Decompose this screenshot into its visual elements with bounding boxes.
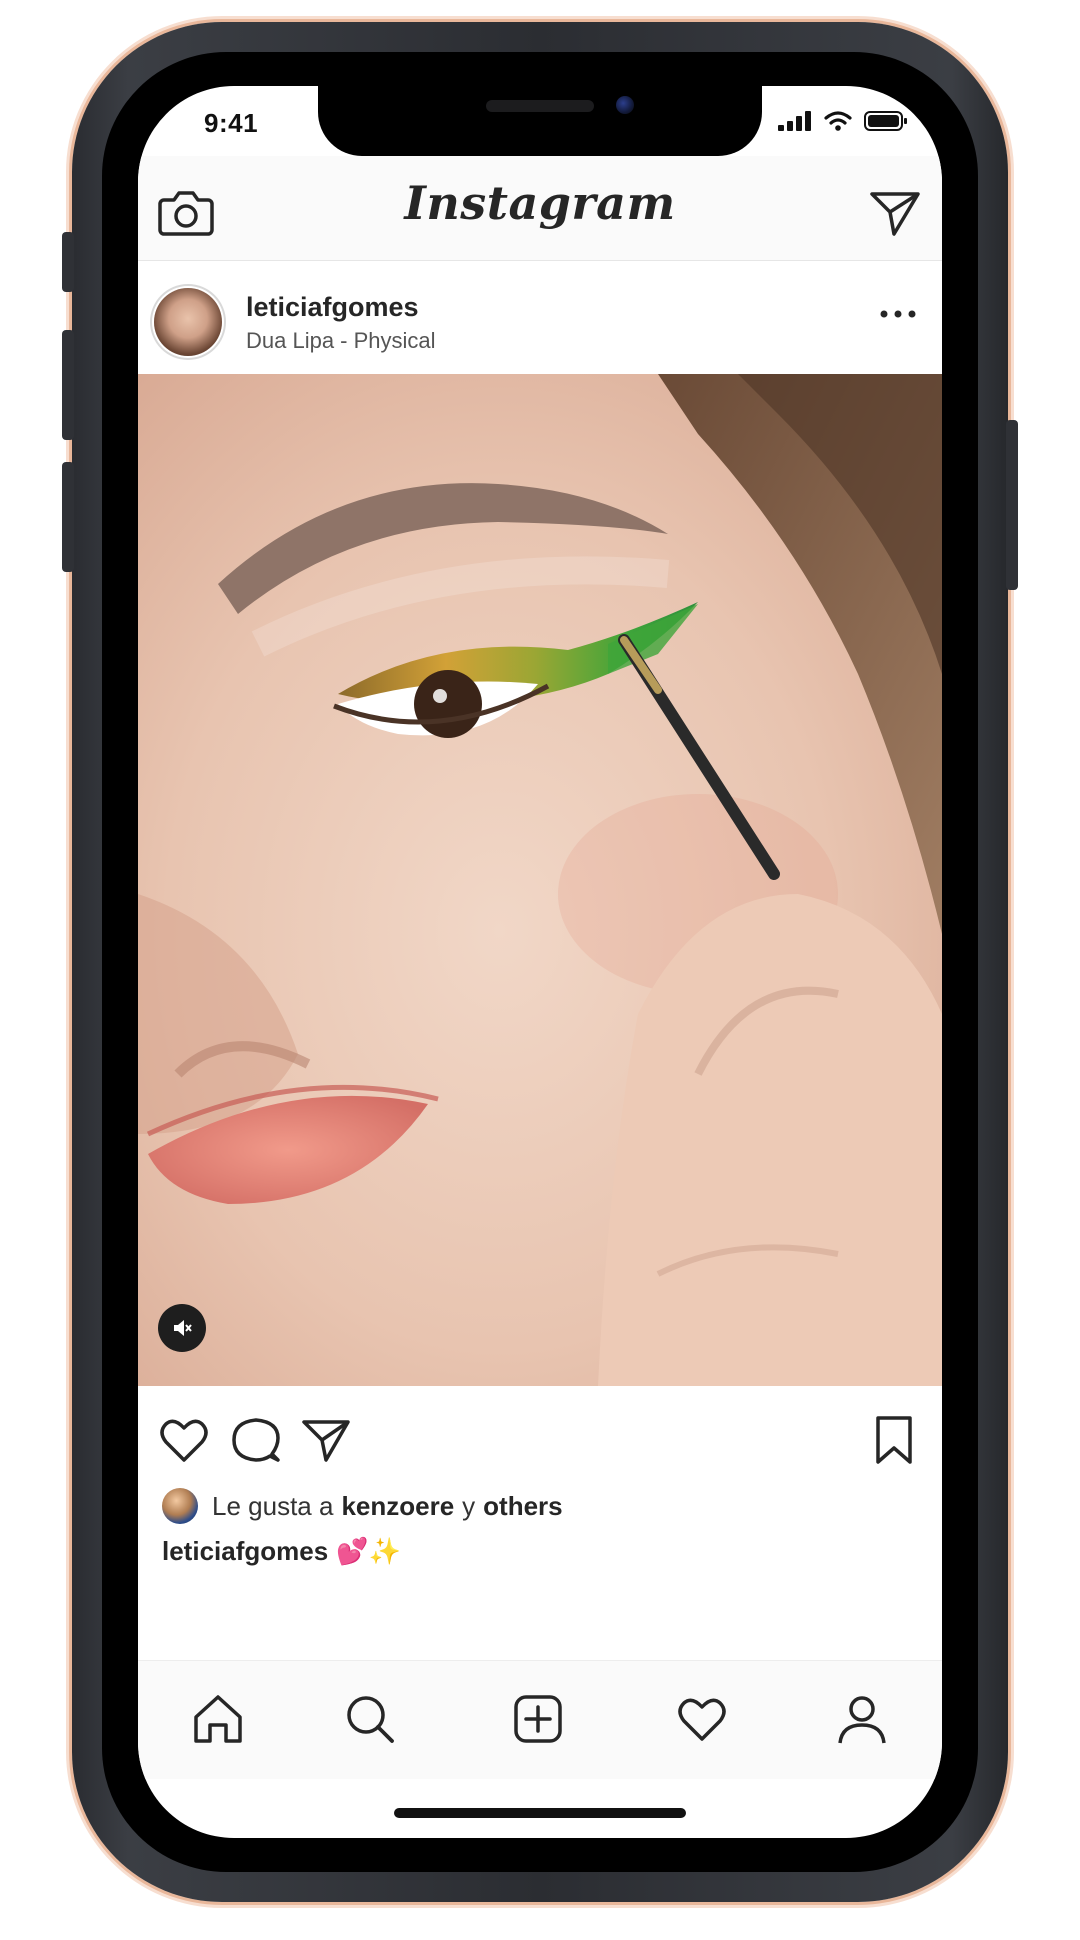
likes-row[interactable]: Le gusta a kenzoere y others [162,1486,563,1526]
post-header: leticiafgomes Dua Lipa - Physical [138,262,942,374]
audio-muted-icon[interactable] [158,1304,206,1352]
tab-bar [138,1660,942,1779]
front-camera [616,96,634,114]
post-audio-label[interactable]: Dua Lipa - Physical [246,328,436,354]
avatar[interactable] [154,288,222,356]
comment-icon[interactable] [228,1412,284,1468]
likes-joiner: y [462,1490,476,1521]
volume-up-button [62,330,74,440]
post-actions [138,1386,942,1486]
share-icon[interactable] [298,1412,354,1468]
phone-screen: 9:41 Instagram leticiafgomes Dua Lipa - … [138,86,942,1838]
more-options-icon[interactable] [876,302,920,326]
profile-icon[interactable] [832,1689,892,1749]
heart-icon[interactable] [156,1412,212,1468]
post-username[interactable]: leticiafgomes [246,292,419,323]
notch [318,86,762,156]
status-time: 9:41 [204,108,259,138]
likes-avatar [162,1488,198,1524]
stage: 9:41 Instagram leticiafgomes Dua Lipa - … [0,0,1080,1940]
volume-down-button [62,462,74,572]
caption-row: leticiafgomes 💕✨ [162,1536,401,1567]
likes-prefix: Le gusta a [212,1490,334,1521]
caption-emoji: 💕✨ [336,1537,401,1567]
bookmark-icon[interactable] [866,1412,922,1468]
wifi-icon [824,111,852,131]
home-indicator[interactable] [394,1808,686,1818]
status-icons [778,110,908,132]
post-photo [138,374,942,1386]
new-post-icon[interactable] [508,1689,568,1749]
silent-switch [62,232,74,292]
search-icon[interactable] [340,1689,400,1749]
direct-send-icon[interactable] [866,184,924,240]
likes-others[interactable]: others [483,1491,562,1522]
post-media[interactable] [138,374,942,1386]
activity-heart-icon[interactable] [672,1689,732,1749]
battery-icon [864,111,907,131]
signal-icon [778,111,811,131]
earpiece-speaker [486,100,594,112]
instagram-logo: Instagram [404,176,676,230]
home-icon[interactable] [188,1689,248,1749]
caption-username[interactable]: leticiafgomes [162,1536,328,1566]
power-button [1006,420,1018,590]
top-nav: Instagram [138,156,942,261]
likes-user[interactable]: kenzoere [341,1491,454,1522]
